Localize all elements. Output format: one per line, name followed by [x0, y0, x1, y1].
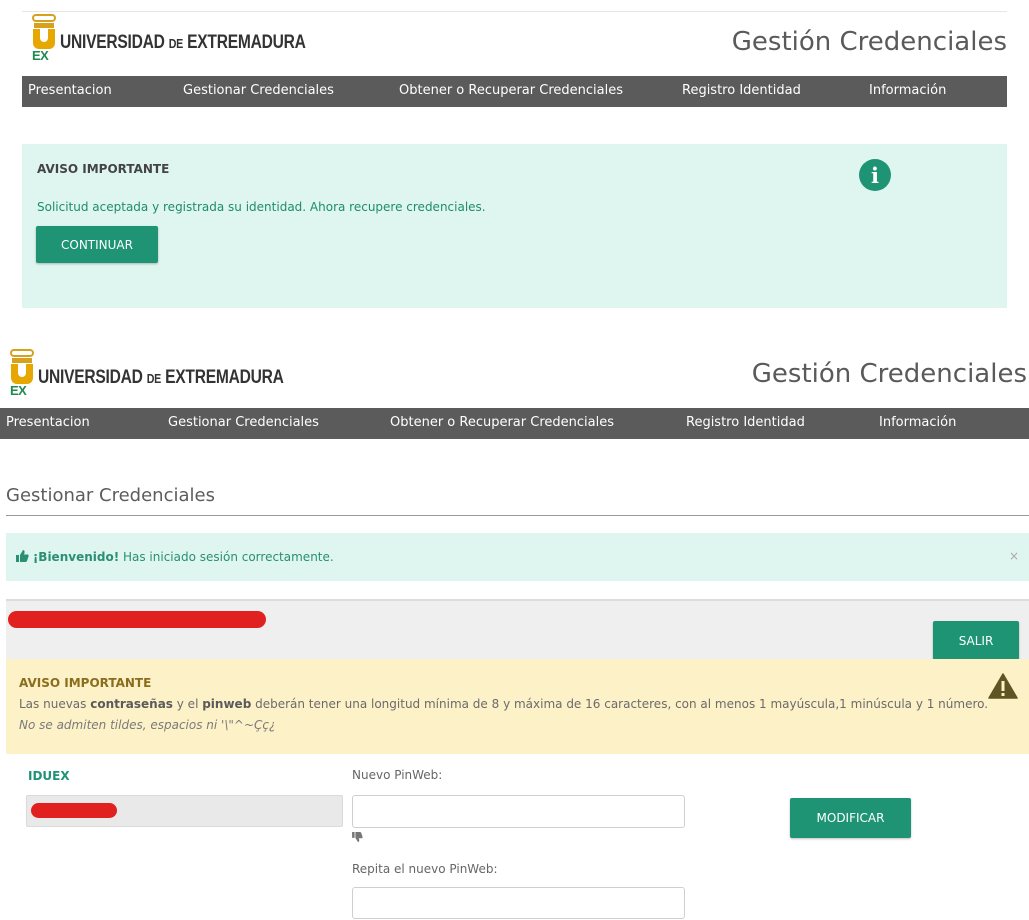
thumbs-up-icon — [16, 550, 29, 562]
password-rules-warning: AVISO IMPORTANTE Las nuevas contraseñas … — [6, 659, 1029, 754]
nav-item-obtener-recuperar[interactable]: Obtener o Recuperar Credenciales — [399, 83, 623, 98]
repeat-pinweb-label: Repita el nuevo PinWeb: — [352, 862, 498, 876]
university-logo-2: EX UNIVERSIDAD DE EXTREMADURA — [10, 349, 338, 399]
info-icon: i — [859, 159, 891, 191]
new-pinweb-label: Nuevo PinWeb: — [352, 768, 443, 782]
nav-item-presentacion[interactable]: Presentacion — [28, 83, 112, 98]
welcome-alert: ¡Bienvenido! Has iniciado sesión correct… — [6, 533, 1029, 581]
university-logo: EX UNIVERSIDAD DE EXTREMADURA — [32, 14, 360, 64]
warning-forbidden-chars: No se admiten tildes, espacios ni '\"^~Ç… — [19, 718, 276, 732]
repeat-pinweb-input[interactable] — [352, 887, 685, 919]
redacted-iduex — [31, 803, 117, 818]
app-title: Gestión Credenciales — [731, 27, 1007, 57]
modify-button[interactable]: MODIFICAR — [790, 798, 911, 838]
warning-triangle-icon — [988, 673, 1018, 699]
university-name-2: UNIVERSIDAD DE EXTREMADURA — [38, 367, 284, 388]
close-alert-button[interactable]: × — [1009, 549, 1019, 563]
nav-item-presentacion[interactable]: Presentacion — [6, 415, 90, 430]
welcome-message: ¡Bienvenido! Has iniciado sesión correct… — [16, 550, 334, 564]
nav-item-gestionar-credenciales[interactable]: Gestionar Credenciales — [168, 415, 319, 430]
nav-item-informacion[interactable]: Información — [869, 83, 946, 98]
top-divider — [22, 11, 1007, 12]
warning-rules-text: Las nuevas contraseñas y el pinweb deber… — [19, 697, 989, 711]
nav-item-registro-identidad[interactable]: Registro Identidad — [686, 415, 805, 430]
page-title: Gestionar Credenciales — [6, 485, 215, 506]
app-title-2: Gestión Credenciales — [751, 359, 1027, 389]
university-name: UNIVERSIDAD DE EXTREMADURA — [60, 32, 306, 53]
nav-item-informacion[interactable]: Información — [879, 415, 956, 430]
logout-button[interactable]: SALIR — [933, 621, 1019, 660]
iduex-field — [26, 795, 343, 827]
page-title-divider — [6, 515, 1029, 516]
redacted-username — [8, 611, 266, 628]
nav-item-gestionar-credenciales[interactable]: Gestionar Credenciales — [183, 83, 334, 98]
notice-title: AVISO IMPORTANTE — [37, 162, 170, 176]
nav-item-registro-identidad[interactable]: Registro Identidad — [682, 83, 801, 98]
user-bar: SALIR — [6, 599, 1029, 661]
new-pinweb-input[interactable] — [352, 795, 685, 828]
continue-button[interactable]: CONTINUAR — [36, 226, 158, 263]
main-navbar: Presentacion Gestionar Credenciales Obte… — [22, 76, 1007, 107]
nav-item-obtener-recuperar[interactable]: Obtener o Recuperar Credenciales — [390, 415, 614, 430]
main-navbar-2: Presentacion Gestionar Credenciales Obte… — [0, 408, 1029, 439]
notice-message: Solicitud aceptada y registrada su ident… — [37, 200, 486, 214]
thumbs-down-icon — [352, 832, 363, 842]
university-crest-icon: EX — [32, 14, 56, 64]
warning-title: AVISO IMPORTANTE — [19, 676, 152, 690]
iduex-label: IDUEX — [28, 769, 70, 783]
important-notice-panel: AVISO IMPORTANTE i Solicitud aceptada y … — [22, 144, 1007, 308]
university-crest-icon: EX — [10, 349, 34, 399]
